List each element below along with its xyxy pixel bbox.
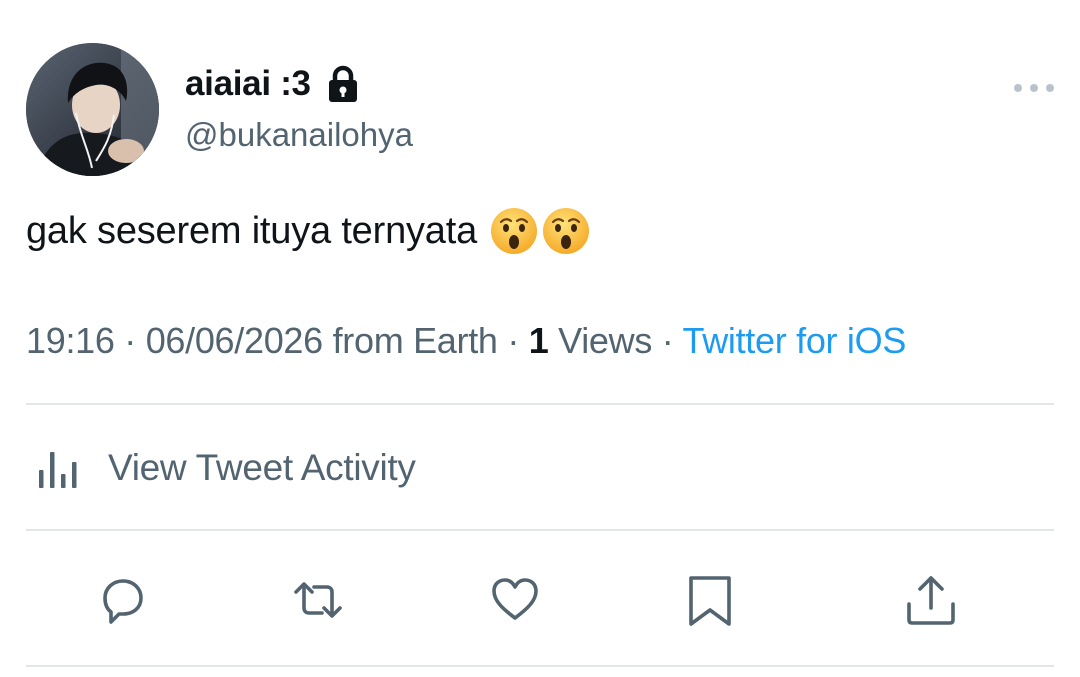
emoji-group: [489, 206, 591, 256]
display-name[interactable]: aiaiai :3: [185, 64, 311, 104]
more-options-button[interactable]: [1014, 78, 1054, 98]
dot-icon: [1046, 84, 1054, 92]
tweet-text: gak seserem ituya ternyata: [26, 206, 591, 256]
like-button[interactable]: [485, 570, 545, 630]
meta-separator: ·: [497, 320, 529, 361]
avatar[interactable]: [26, 43, 159, 176]
divider: [26, 529, 1054, 531]
views-count: 1: [528, 320, 549, 361]
retweet-button[interactable]: [288, 570, 348, 630]
reply-button[interactable]: [93, 570, 153, 630]
tweet-body: gak seserem ituya ternyata: [26, 209, 478, 252]
hushed-face-emoji-icon: [543, 208, 590, 254]
bar-chart-icon: [39, 452, 77, 488]
tweet-location: from Earth: [322, 320, 498, 361]
tweet-date[interactable]: 06/06/2026: [146, 320, 323, 361]
author-name-row[interactable]: aiaiai :3: [185, 64, 361, 104]
divider: [26, 403, 1054, 405]
tweet-time[interactable]: 19:16: [26, 320, 115, 361]
hushed-face-emoji-icon: [491, 208, 538, 254]
heart-icon: [492, 578, 538, 620]
retweet-icon: [294, 582, 342, 618]
meta-separator: ·: [114, 320, 146, 361]
meta-separator: ·: [652, 320, 683, 361]
author-handle[interactable]: @bukanailohya: [185, 116, 413, 154]
tweet-detail: aiaiai :3 @bukanailohya gak seserem ituy…: [0, 0, 1080, 677]
share-icon: [907, 576, 955, 625]
dot-icon: [1014, 84, 1022, 92]
bookmark-button[interactable]: [680, 570, 740, 630]
reply-icon: [103, 579, 143, 624]
bookmark-icon: [689, 576, 731, 626]
views-label: Views: [548, 320, 653, 361]
lock-icon: [325, 64, 361, 104]
view-tweet-activity-label: View Tweet Activity: [108, 447, 416, 488]
divider: [26, 665, 1054, 667]
view-tweet-activity-button[interactable]: View Tweet Activity: [36, 444, 416, 492]
tweet-meta: 19:16 · 06/06/2026 from Earth · 1 Views …: [26, 320, 906, 362]
share-button[interactable]: [901, 570, 961, 630]
dot-icon: [1030, 84, 1038, 92]
tweet-source-link[interactable]: Twitter for iOS: [683, 320, 907, 361]
